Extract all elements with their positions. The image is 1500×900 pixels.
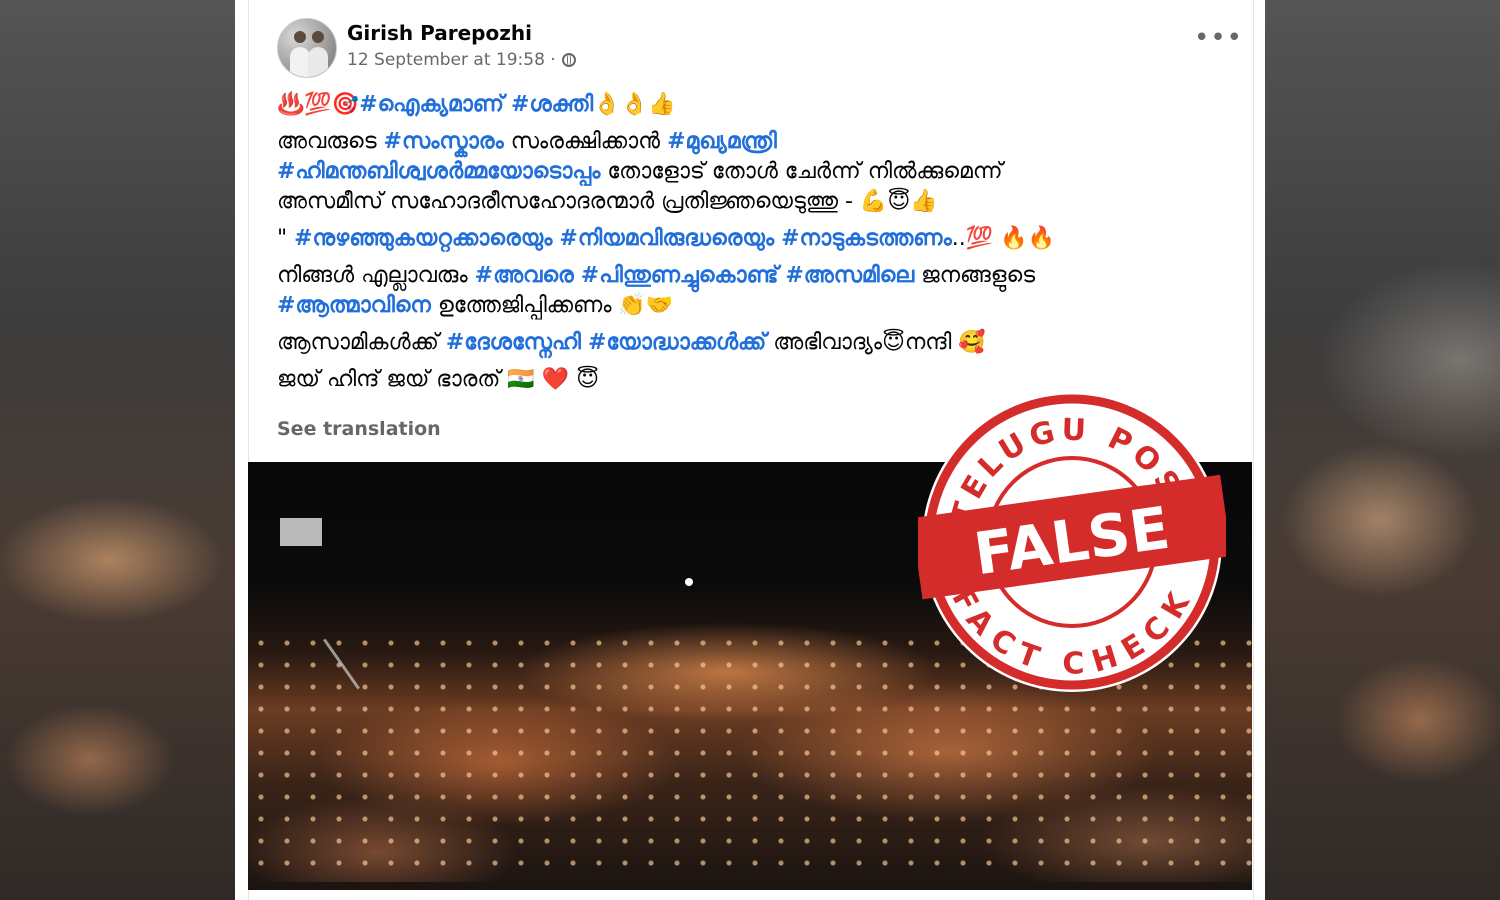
avatar-figure <box>290 47 310 77</box>
emoji-group: 👌👌👍 <box>593 92 676 117</box>
post-text: ♨️💯🎯#ഐക്യമാണ് #ശക്തി👌👌👍 അവരുടെ #സംസ്കാരം… <box>277 90 1237 402</box>
text-span: ..💯 🔥🔥 <box>951 226 1055 251</box>
hashtag-link[interactable]: #നാടുകടത്തണം <box>781 226 952 251</box>
text-span: ഉത്തേജിപ്പിക്കണം 👏🤝 <box>430 293 674 318</box>
see-translation-link[interactable]: See translation <box>277 418 441 440</box>
text-span: അഭിവാദ്യം😇നന്ദി 🥰 <box>766 330 986 355</box>
hashtag-link[interactable]: #സംസ്കാരം <box>384 129 504 154</box>
hashtag-link[interactable]: #നുഴഞ്ഞുകയറ്റക്കാരെയും <box>294 226 552 251</box>
text-span: നിങ്ങൾ എല്ലാവരും <box>277 263 475 288</box>
hashtag-link[interactable]: #അവരെ <box>475 263 574 288</box>
text-span: അസമീസ് സഹോദരീസഹോദരന്മാർ പ്രതിജ്ഞയെടുത്തു… <box>277 189 938 214</box>
hashtag-link[interactable]: #നിയമവിരുദ്ധരെയും <box>559 226 774 251</box>
video-light <box>685 578 693 586</box>
text-span: തോളോട് തോൾ ചേർന്ന് നിൽക്കുമെന്ന് <box>600 159 1003 184</box>
text-span: ജനങ്ങളുടെ <box>914 263 1036 288</box>
author-name[interactable]: Girish Parepozhi <box>347 21 532 45</box>
text-span: " <box>277 226 295 251</box>
avatar-figure <box>308 47 328 77</box>
avatar-head <box>312 31 324 43</box>
text-span: ആസാമികൾക്ക് <box>277 330 446 355</box>
hashtag-link[interactable]: #ഐക്യമാണ് <box>359 92 504 117</box>
hashtag-link[interactable]: #ശക്തി <box>511 92 593 117</box>
post-line-4: നിങ്ങൾ എല്ലാവരും #അവരെ #പിന്തുണച്ചുകൊണ്ട… <box>277 261 1237 321</box>
hashtag-link[interactable]: #പിന്തുണച്ചുകൊണ്ട് <box>581 263 779 288</box>
hashtag-link[interactable]: #യോദ്ധാക്കൾക്ക് <box>588 330 766 355</box>
avatar-head <box>294 31 306 43</box>
hashtag-link[interactable]: #ഹിമന്തബിശ്വശർമ്മയോടൊപ്പം <box>277 159 600 184</box>
text-span: സംരക്ഷിക്കാൻ <box>503 129 668 154</box>
post-line-2: അവരുടെ #സംസ്കാരം സംരക്ഷിക്കാൻ #മുഖ്യമന്ത… <box>277 127 1237 217</box>
more-options-icon[interactable]: ••• <box>1194 25 1243 51</box>
fact-check-stamp: TELUGU POST FACT CHECK FALSE <box>918 392 1226 692</box>
emoji-group: ♨️💯🎯 <box>277 92 360 117</box>
post-line-1: ♨️💯🎯#ഐക്യമാണ് #ശക്തി👌👌👍 <box>277 90 1237 120</box>
video-flag <box>280 518 322 546</box>
post-line-3: " #നുഴഞ്ഞുകയറ്റക്കാരെയും #നിയമവിരുദ്ധരെയ… <box>277 224 1237 254</box>
globe-icon[interactable] <box>561 53 576 67</box>
text-span: ജയ് ഹിന്ദ് ജയ് ഭാരത് 🇮🇳 ❤️ 😇 <box>277 367 600 392</box>
post-meta: 12 September at 19:58 · <box>347 50 576 70</box>
post-timestamp[interactable]: 12 September at 19:58 · <box>347 50 556 70</box>
author-avatar[interactable] <box>277 18 337 78</box>
hashtag-link[interactable]: #ആത്മാവിനെ <box>277 293 431 318</box>
hashtag-link[interactable]: #ദേശസ്നേഹി <box>446 330 581 355</box>
text-span: അവരുടെ <box>277 129 384 154</box>
post-line-5: ആസാമികൾക്ക് #ദേശസ്നേഹി #യോദ്ധാക്കൾക്ക് അ… <box>277 328 1237 358</box>
hashtag-link[interactable]: #മുഖ്യമന്ത്രി <box>667 129 777 154</box>
hashtag-link[interactable]: #അസമിലെ <box>785 263 914 288</box>
